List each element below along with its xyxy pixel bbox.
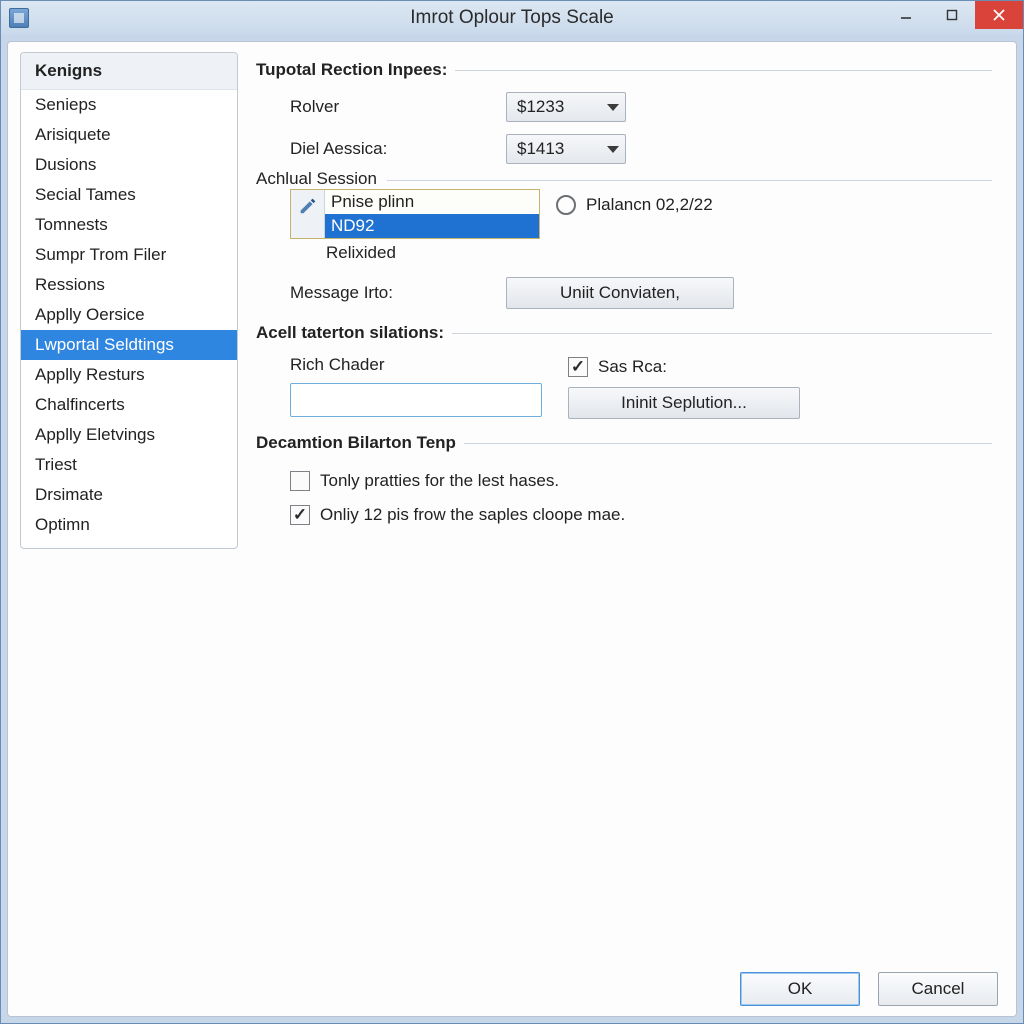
sidebar-item-selected[interactable]: Lwportal Seldtings xyxy=(21,330,237,360)
divider xyxy=(452,333,992,334)
checkbox-icon xyxy=(290,471,310,491)
sidebar-item[interactable]: Secial Tames xyxy=(21,180,237,210)
section-decamtion: Decamtion Bilarton Tenp Tonly pratties f… xyxy=(256,433,992,525)
uniit-conviaten-button[interactable]: Uniit Conviaten, xyxy=(506,277,734,309)
chevron-down-icon xyxy=(607,146,619,153)
app-icon xyxy=(9,8,29,28)
checkbox-icon xyxy=(568,357,588,377)
rolver-value: $1233 xyxy=(517,97,564,117)
button-label: OK xyxy=(788,979,813,999)
pencil-icon xyxy=(291,190,325,238)
client-area: Kenigns Senieps Arisiquete Dusions Secia… xyxy=(7,41,1017,1017)
ininit-seplution-button[interactable]: Ininit Seplution... xyxy=(568,387,800,419)
sidebar-item[interactable]: Drsimate xyxy=(21,480,237,510)
list-extra-label: Relixided xyxy=(256,243,992,263)
category-sidebar: Kenigns Senieps Arisiquete Dusions Secia… xyxy=(20,52,238,549)
session-fieldset: Achlual Session Pnise plinn ND92 xyxy=(256,180,992,309)
opt2-checkbox[interactable]: Onliy 12 pis frow the saples cloope mae. xyxy=(290,505,992,525)
button-label: Cancel xyxy=(912,979,965,999)
sidebar-item[interactable]: Arisiquete xyxy=(21,120,237,150)
sidebar-item[interactable]: Optimn xyxy=(21,510,237,540)
sidebar-item[interactable]: Applly Eletvings xyxy=(21,420,237,450)
list-item[interactable]: Pnise plinn xyxy=(325,190,539,214)
window-title: Imrot Oplour Tops Scale xyxy=(1,7,1023,29)
sidebar-item[interactable]: Tomnests xyxy=(21,210,237,240)
ok-button[interactable]: OK xyxy=(740,972,860,1006)
chevron-down-icon xyxy=(607,104,619,111)
section-heading-text: Acell taterton silations: xyxy=(256,323,444,343)
section-heading: Acell taterton silations: xyxy=(256,323,992,343)
rolver-combo[interactable]: $1233 xyxy=(506,92,626,122)
sidebar-item[interactable]: Triest xyxy=(21,450,237,480)
fieldset-legend: Achlual Session xyxy=(256,169,387,189)
main-panel: Tupotal Rection Inpees: Rolver $1233 Die… xyxy=(252,52,1004,962)
maximize-button[interactable] xyxy=(929,1,975,29)
sidebar-item[interactable]: Applly Oersice xyxy=(21,300,237,330)
dialog-button-bar: OK Cancel xyxy=(20,962,1004,1006)
window-controls xyxy=(883,1,1023,35)
section-heading: Decamtion Bilarton Tenp xyxy=(256,433,992,453)
section-acell: Acell taterton silations: Rich Chader Sa… xyxy=(256,323,992,419)
section-heading-text: Decamtion Bilarton Tenp xyxy=(256,433,456,453)
opt1-checkbox[interactable]: Tonly pratties for the lest hases. xyxy=(290,471,992,491)
message-label: Message Irto: xyxy=(256,283,506,303)
plalancn-radio[interactable]: Plalancn 02,2/22 xyxy=(556,195,713,215)
sidebar-item[interactable]: Ressions xyxy=(21,270,237,300)
radio-label: Plalancn 02,2/22 xyxy=(586,195,713,215)
minimize-button[interactable] xyxy=(883,1,929,29)
button-label: Ininit Seplution... xyxy=(621,393,747,413)
rich-chader-input[interactable] xyxy=(290,383,542,417)
cancel-button[interactable]: Cancel xyxy=(878,972,998,1006)
diel-label: Diel Aessica: xyxy=(256,139,506,159)
diel-combo[interactable]: $1413 xyxy=(506,134,626,164)
diel-value: $1413 xyxy=(517,139,564,159)
checkbox-label: Tonly pratties for the lest hases. xyxy=(320,471,559,491)
dialog-window: Imrot Oplour Tops Scale Kenigns Senieps … xyxy=(0,0,1024,1024)
session-listbox[interactable]: Pnise plinn ND92 xyxy=(290,189,540,239)
section-tupotal: Tupotal Rection Inpees: Rolver $1233 Die… xyxy=(256,60,992,309)
rich-chader-label: Rich Chader xyxy=(290,355,542,375)
checkbox-label: Onliy 12 pis frow the saples cloope mae. xyxy=(320,505,625,525)
rolver-label: Rolver xyxy=(256,97,506,117)
close-button[interactable] xyxy=(975,1,1023,29)
divider xyxy=(455,70,992,71)
section-heading-text: Tupotal Rection Inpees: xyxy=(256,60,447,80)
checkbox-label: Sas Rca: xyxy=(598,357,667,377)
radio-icon xyxy=(556,195,576,215)
sidebar-item[interactable]: Applly Resturs xyxy=(21,360,237,390)
sidebar-header: Kenigns xyxy=(21,53,237,90)
section-heading: Tupotal Rection Inpees: xyxy=(256,60,992,80)
divider xyxy=(464,443,992,444)
titlebar: Imrot Oplour Tops Scale xyxy=(1,1,1023,35)
sidebar-item[interactable]: Sumpr Trom Filer xyxy=(21,240,237,270)
sidebar-item[interactable]: Senieps xyxy=(21,90,237,120)
checkbox-icon xyxy=(290,505,310,525)
sidebar-item[interactable]: Dusions xyxy=(21,150,237,180)
sas-rca-checkbox[interactable]: Sas Rca: xyxy=(568,357,800,377)
list-item-selected[interactable]: ND92 xyxy=(325,214,539,238)
sidebar-item[interactable]: Chalfincerts xyxy=(21,390,237,420)
button-label: Uniit Conviaten, xyxy=(560,283,680,303)
